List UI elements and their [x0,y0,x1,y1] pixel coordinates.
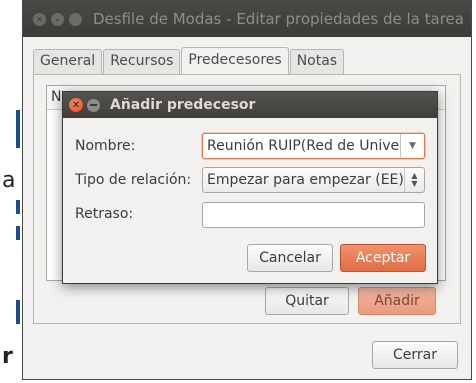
dialog-title: Añadir predecesor [110,97,256,113]
background-blue-mark [16,226,20,240]
dialog-titlebar[interactable]: ✕ Añadir predecesor [63,92,437,118]
add-button[interactable]: Añadir [358,287,436,315]
delay-label: Retraso: [75,206,134,222]
minimize-dialog-icon[interactable] [87,98,100,112]
close-window-icon[interactable]: ✕ [33,12,46,26]
background-blue-mark [16,300,20,324]
tab-bar: General Recursos Predecesores Notas [33,47,345,75]
accept-button[interactable]: Aceptar [340,244,426,272]
remove-button[interactable]: Quitar [265,287,349,315]
chevron-down-icon[interactable]: ▼ [400,134,424,158]
tab-predecessors[interactable]: Predecesores [181,47,289,75]
up-down-arrows-icon: ▲ ▼ [404,168,424,192]
close-dialog-icon[interactable]: ✕ [69,98,83,112]
name-combobox[interactable]: Reunión RUIP(Red de Univer ▼ [202,133,425,159]
background-text-fragment: r [2,344,13,369]
tab-notes[interactable]: Notas [289,49,345,75]
name-label: Nombre: [75,138,136,154]
window-title: Desfile de Modas - Editar propiedades de… [93,10,464,28]
tab-resources[interactable]: Recursos [103,49,181,75]
background-blue-mark [16,200,20,214]
relation-type-select[interactable]: Empezar para empezar (EE) ▲ ▼ [202,167,425,193]
relation-type-value: Empezar para empezar (EE) [207,172,404,188]
maximize-window-icon[interactable] [69,12,82,26]
background-blue-mark [16,110,20,148]
cancel-button[interactable]: Cancelar [247,244,333,272]
close-button[interactable]: Cerrar [372,341,458,369]
relation-type-label: Tipo de relación: [75,172,192,188]
delay-input[interactable] [202,202,425,228]
background-text-fragment: a [2,168,16,193]
tab-general[interactable]: General [33,49,103,75]
name-value[interactable]: Reunión RUIP(Red de Univer [203,138,400,154]
minimize-window-icon[interactable]: – [51,12,64,26]
window-titlebar[interactable]: ✕ – Desfile de Modas - Editar propiedade… [23,1,471,37]
add-predecessor-dialog: ✕ Añadir predecesor Nombre: Reunión RUIP… [62,91,438,284]
